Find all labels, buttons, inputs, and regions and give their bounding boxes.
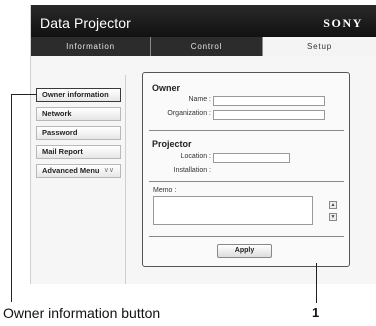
location-label: Location :	[180, 153, 211, 160]
memo-label: Memo :	[153, 187, 177, 194]
panel-number-label: 1	[312, 305, 320, 320]
section-divider	[149, 236, 344, 237]
sidebar: Owner information Network Password Mail …	[31, 56, 123, 284]
apply-button[interactable]: Apply	[217, 244, 272, 258]
owner-button-caption: Owner information button	[3, 305, 161, 321]
memo-textarea[interactable]	[153, 196, 313, 225]
sidebar-item-mail-report[interactable]: Mail Report	[36, 145, 121, 159]
sidebar-item-password[interactable]: Password	[36, 126, 121, 140]
sidebar-item-label: Password	[42, 128, 78, 137]
sidebar-item-label: Network	[42, 109, 72, 118]
callout-leader-owner	[11, 94, 37, 95]
scroll-down-icon[interactable]: ▼	[329, 213, 337, 221]
callout-leader-panel	[316, 263, 317, 303]
sidebar-item-owner-information[interactable]: Owner information	[36, 88, 121, 102]
sidebar-item-label: Mail Report	[42, 147, 83, 156]
owner-settings-panel: Owner Name : Organization : Projector Lo…	[142, 72, 350, 267]
location-field[interactable]	[213, 153, 290, 163]
installation-label: Installation :	[173, 167, 211, 174]
name-field[interactable]	[213, 96, 325, 106]
tab-setup[interactable]: Setup	[263, 37, 376, 56]
app-title: Data Projector	[40, 15, 131, 31]
owner-section-title: Owner	[152, 83, 181, 93]
tab-information[interactable]: Information	[31, 37, 151, 56]
organization-field[interactable]	[213, 110, 325, 120]
tab-control[interactable]: Control	[151, 37, 263, 56]
section-divider	[149, 181, 344, 182]
sidebar-divider	[125, 75, 126, 284]
sidebar-item-network[interactable]: Network	[36, 107, 121, 121]
callout-leader-owner	[11, 94, 12, 302]
double-chevron-down-icon: ∨∨	[103, 167, 114, 174]
name-label: Name :	[188, 96, 211, 103]
projector-web-ui: Data Projector SONY Information Control …	[30, 5, 376, 284]
scroll-up-icon[interactable]: ▲	[329, 201, 337, 209]
organization-label: Organization :	[167, 110, 211, 117]
section-divider	[149, 130, 344, 131]
app-header: Data Projector SONY	[31, 5, 376, 37]
sidebar-item-advanced-menu[interactable]: Advanced Menu ∨∨	[36, 164, 121, 178]
sidebar-item-label: Advanced Menu	[42, 166, 100, 175]
projector-section-title: Projector	[152, 139, 192, 149]
sidebar-item-label: Owner information	[42, 90, 109, 99]
brand-logo: SONY	[323, 16, 363, 30]
tab-bar: Information Control Setup	[31, 37, 376, 56]
